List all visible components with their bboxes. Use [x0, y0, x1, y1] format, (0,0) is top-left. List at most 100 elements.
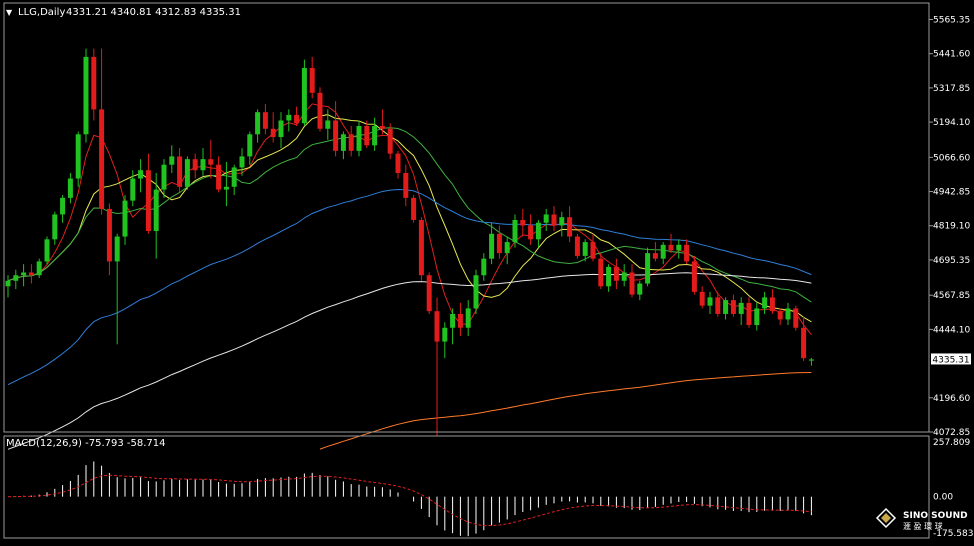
menu-arrow-icon[interactable]: ▼ [6, 8, 13, 17]
candle-body[interactable] [535, 222, 541, 240]
candle-body[interactable] [177, 156, 183, 187]
candle-body[interactable] [395, 153, 401, 173]
candle-body[interactable] [769, 297, 775, 312]
candle-body[interactable] [808, 359, 814, 361]
candle-body[interactable] [262, 112, 268, 129]
candle-body[interactable] [489, 233, 495, 259]
candle-body[interactable] [582, 242, 588, 256]
candle-body[interactable] [606, 266, 612, 287]
candle-body[interactable] [340, 134, 346, 151]
candle-body[interactable] [637, 283, 643, 295]
candle-body[interactable] [403, 172, 409, 198]
chart-window[interactable]: 5565.35 5441.60 5317.85 5194.10 5066.60 4942.… [0, 0, 974, 542]
candle-body[interactable] [114, 236, 120, 262]
candle-body[interactable] [364, 125, 370, 146]
candle-body[interactable] [598, 258, 604, 287]
candle-body[interactable] [255, 112, 261, 135]
candle-body[interactable] [286, 114, 292, 121]
candle-body[interactable] [60, 197, 66, 215]
candle-body[interactable] [715, 297, 721, 314]
candle-body[interactable] [91, 56, 97, 110]
candle-body[interactable] [645, 253, 651, 284]
candle-body[interactable] [629, 272, 635, 295]
candle-body[interactable] [75, 134, 81, 179]
candle-body[interactable] [28, 272, 34, 276]
candle-body[interactable] [442, 327, 448, 342]
candle-body[interactable] [278, 120, 284, 138]
chart-canvas[interactable]: 5565.35 5441.60 5317.85 5194.10 5066.60 4942.… [0, 0, 974, 542]
candle-body[interactable] [574, 236, 580, 256]
candle-body[interactable] [746, 302, 752, 325]
candle-body[interactable] [356, 125, 362, 151]
candle-body[interactable] [613, 266, 619, 281]
candle-body[interactable] [543, 214, 549, 223]
candle-body[interactable] [348, 134, 354, 151]
candle-body[interactable] [559, 217, 565, 226]
candle-body[interactable] [333, 120, 339, 151]
candle-body[interactable] [52, 214, 58, 240]
candle-body[interactable] [590, 242, 596, 259]
candle-body[interactable] [691, 261, 697, 292]
candle-body[interactable] [777, 311, 783, 320]
candle-body[interactable] [504, 242, 510, 254]
candle-body[interactable] [36, 261, 42, 276]
candle-body[interactable] [317, 92, 323, 129]
candle-body[interactable] [652, 253, 658, 259]
candle-body[interactable] [418, 219, 424, 276]
candle-body[interactable] [153, 189, 159, 232]
candle-body[interactable] [551, 214, 557, 226]
candle-body[interactable] [67, 178, 73, 198]
candle-body[interactable] [270, 128, 276, 138]
candle-body[interactable] [21, 272, 27, 276]
candle-body[interactable] [130, 178, 136, 201]
candle-body[interactable] [411, 197, 417, 220]
candle-body[interactable] [184, 159, 190, 187]
candle-body[interactable] [294, 114, 300, 124]
candle-body[interactable] [239, 156, 245, 168]
candle-body[interactable] [13, 275, 19, 281]
candle-body[interactable] [192, 159, 198, 171]
candle-body[interactable] [216, 164, 222, 190]
candle-body[interactable] [44, 239, 50, 262]
candle-body[interactable] [200, 159, 206, 171]
candle-body[interactable] [723, 300, 729, 314]
candle-body[interactable] [801, 327, 807, 359]
candle-body[interactable] [247, 134, 253, 157]
candle-body[interactable] [83, 56, 89, 135]
candle-body[interactable] [457, 313, 463, 328]
candle-body[interactable] [567, 217, 573, 237]
candle-body[interactable] [707, 297, 713, 306]
candle-body[interactable] [106, 208, 112, 262]
candle-body[interactable] [754, 308, 760, 325]
candle-body[interactable] [231, 167, 237, 187]
candle-body[interactable] [738, 302, 744, 314]
candle-body[interactable] [684, 244, 690, 262]
candle-body[interactable] [434, 311, 440, 342]
candle-body[interactable] [512, 219, 518, 243]
candle-body[interactable] [122, 200, 128, 237]
candle-body[interactable] [793, 308, 799, 328]
candle-body[interactable] [426, 275, 432, 312]
candle-body[interactable] [660, 244, 666, 259]
candle-body[interactable] [730, 300, 736, 314]
candle-body[interactable] [528, 225, 534, 240]
candle-body[interactable] [473, 275, 479, 309]
candle-body[interactable] [481, 258, 487, 276]
candle-body[interactable] [785, 308, 791, 320]
candle-body[interactable] [762, 297, 768, 309]
candle-body[interactable] [161, 164, 167, 190]
candle-body[interactable] [5, 280, 11, 287]
candle-body[interactable] [387, 128, 393, 154]
candle-body[interactable] [309, 67, 315, 93]
candle-body[interactable] [699, 291, 705, 306]
candle-body[interactable] [520, 219, 526, 226]
candle-body[interactable] [99, 109, 105, 209]
candle-body[interactable] [450, 313, 456, 328]
candle-body[interactable] [621, 272, 627, 281]
candle-body[interactable] [169, 156, 175, 165]
candle-body[interactable] [379, 125, 385, 129]
candle-body[interactable] [145, 170, 151, 232]
candle-body[interactable] [208, 159, 214, 165]
candle-body[interactable] [138, 170, 144, 179]
candle-body[interactable] [496, 233, 502, 254]
